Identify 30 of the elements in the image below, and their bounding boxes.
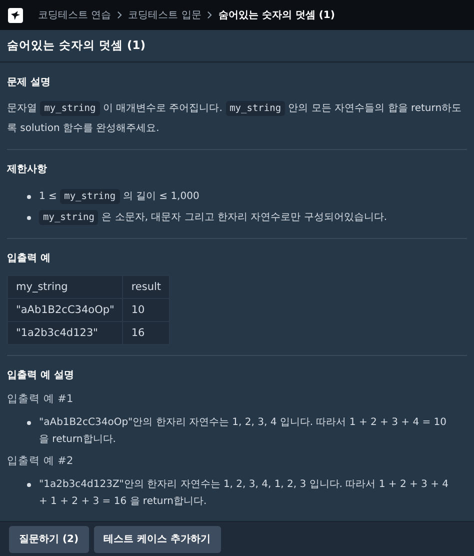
breadcrumb-item[interactable]: 코딩테스트 연습 [38, 8, 112, 22]
constraint-item: my_string 은 소문자, 대문자 그리고 한자리 자연수로만 구성되어있습니다. [39, 207, 388, 228]
table-cell: 10 [122, 298, 170, 322]
case-explanation: "aAb1B2cC34oOp"안의 한자리 자연수는 1, 2, 3, 4 입니다. 따라서 1 + 2 + 3 + 4 = 10 을 return합니다. [39, 416, 448, 447]
action-button[interactable]: 테스트 케이스 추가하기 [94, 526, 221, 552]
column-header: my_string [8, 276, 123, 298]
chevron-icon [207, 11, 212, 19]
bullet-icon [27, 421, 31, 425]
constraint-item: 1 ≤ my_string 의 길이 ≤ 1,000 [39, 188, 200, 206]
action-button[interactable]: 질문하기 (2) [9, 526, 89, 552]
table-cell: 16 [122, 322, 170, 344]
bullet-icon [27, 216, 31, 220]
section-heading: 문제 설명 [7, 76, 52, 89]
page-title: 숨어있는 숫자의 덧셈 (1) [7, 38, 146, 53]
breadcrumb-item: 숨어있는 숫자의 덧셈 (1) [218, 9, 335, 22]
table-cell: "aAb1B2cC34oOp" [8, 298, 123, 322]
section-heading: 입출력 예 설명 [7, 369, 75, 382]
bullet-icon [27, 483, 31, 487]
chevron-icon [117, 11, 122, 19]
table-cell: "1a2b3c4d123" [8, 322, 123, 344]
bullet-icon [27, 195, 31, 199]
section-heading: 제한사항 [7, 163, 48, 176]
case-explanation: "1a2b3c4d123Z"안의 한자리 자연수는 1, 2, 3, 4, 1, 2, 3 입니다. 따라서 1 + 2 + 3 + 4 + 1 + 2 + 3 = 16 을 return합니다. [39, 478, 450, 509]
column-header: result [122, 276, 170, 298]
breadcrumb-item[interactable]: 코딩테스트 입문 [128, 8, 202, 22]
section-heading: 입출력 예 [7, 252, 52, 265]
logo-icon[interactable] [8, 8, 23, 22]
case-label: 입출력 예 #1 [7, 392, 74, 406]
case-label: 입출력 예 #2 [7, 454, 74, 468]
description-text: 문자열 my_string 이 매개변수로 주어집니다. my_string 안의 모든 자연수들의 합을 return하도록 solution 함수를 완성해주세요. [7, 100, 463, 136]
